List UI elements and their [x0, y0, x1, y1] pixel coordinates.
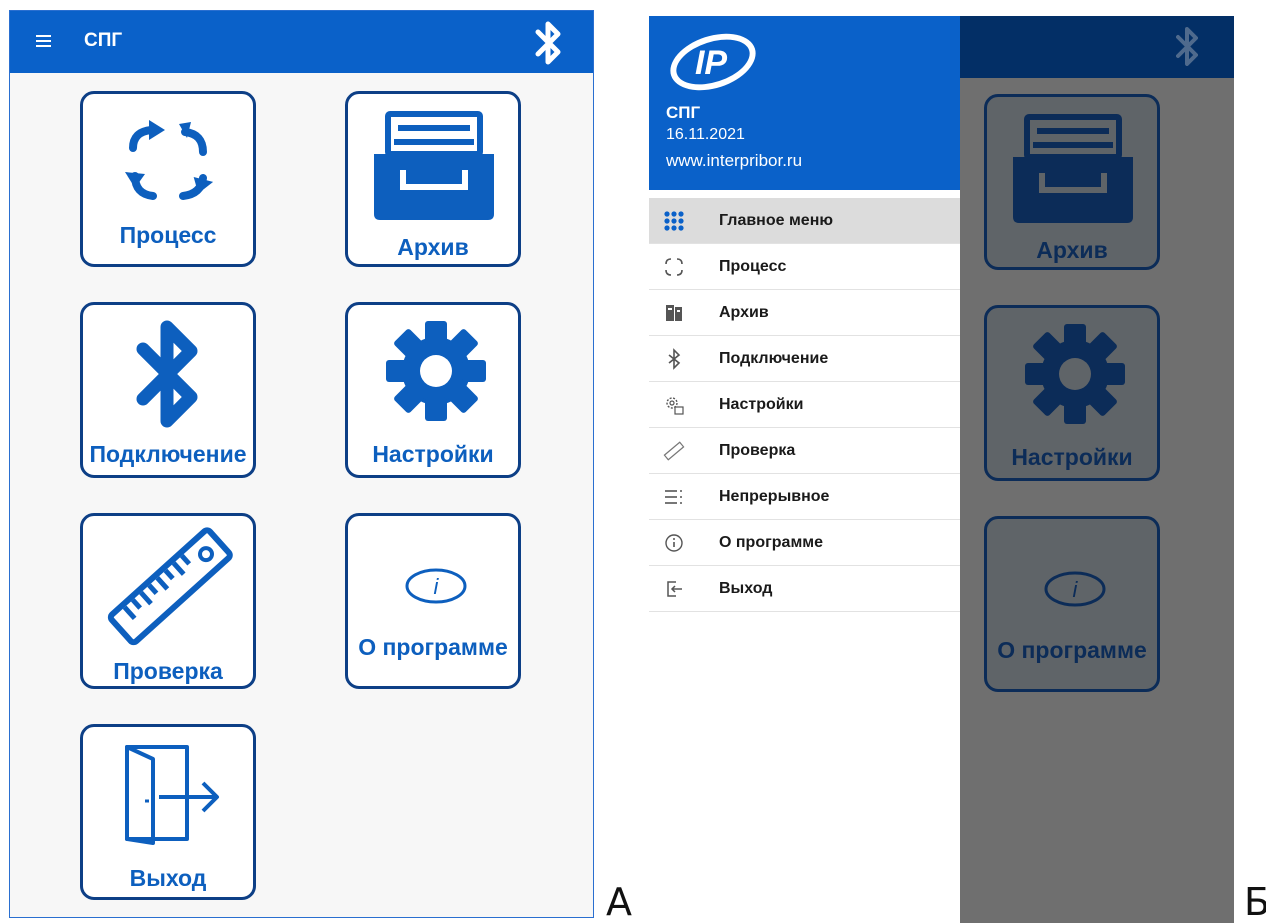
archive-icon — [1013, 114, 1133, 223]
about-tile[interactable]: i О программе — [345, 513, 521, 689]
panel-label-b: Б — [1244, 880, 1266, 924]
archive-icon — [666, 305, 682, 321]
panel-label-a: А — [606, 880, 632, 924]
settings-icon — [666, 397, 684, 415]
menu-item-label: О программе — [719, 534, 824, 551]
drawer-title: СПГ — [666, 103, 701, 122]
menu-item-exit[interactable]: Выход — [649, 566, 960, 612]
drawer-header: IP СПГ 16.11.2021 www.interpribor.ru — [649, 16, 960, 190]
main-menu-screen: СПГ Процесс Архив Подключение Настройки … — [9, 10, 594, 918]
drawer-menu-list: Главное меню Процесс Архив Подключение Н… — [649, 198, 960, 612]
svg-text:i: i — [1073, 577, 1079, 602]
drawer-website[interactable]: www.interpribor.ru — [666, 151, 802, 171]
process-icon — [665, 258, 683, 276]
info-icon — [665, 534, 683, 552]
about-label: О программе — [358, 634, 508, 660]
interpribor-logo-icon: IP — [670, 33, 756, 91]
info-icon: i — [1044, 571, 1106, 607]
menu-item-settings[interactable]: Настройки — [649, 382, 960, 428]
process-label: Процесс — [119, 222, 217, 248]
connect-label: Подключение — [89, 441, 247, 467]
archive-label-dimmed: Архив — [1036, 237, 1108, 263]
check-tile[interactable]: Проверка — [80, 513, 256, 689]
info-icon: i — [405, 568, 467, 604]
menu-item-connect[interactable]: Подключение — [649, 336, 960, 382]
menu-item-label: Главное меню — [719, 212, 834, 229]
menu-item-label: Непрерывное — [719, 488, 830, 505]
archive-label: Архив — [397, 234, 469, 260]
menu-item-main[interactable]: Главное меню — [649, 198, 960, 244]
settings-tile[interactable]: Настройки — [345, 302, 521, 478]
navigation-drawer: IP СПГ 16.11.2021 www.interpribor.ru Гла… — [649, 16, 960, 923]
settings-label-dimmed: Настройки — [1011, 444, 1133, 470]
gear-icon — [1025, 324, 1125, 424]
about-label-dimmed: О программе — [997, 637, 1147, 663]
connect-tile[interactable]: Подключение — [80, 302, 256, 478]
settings-label: Настройки — [372, 441, 494, 467]
menu-item-check[interactable]: Проверка — [649, 428, 960, 474]
ruler-icon — [107, 527, 233, 646]
hamburger-menu-icon[interactable] — [32, 29, 56, 53]
svg-text:i: i — [434, 574, 440, 599]
archive-icon — [374, 111, 494, 220]
about-tile-dimmed: i О программе — [984, 516, 1160, 692]
exit-label: Выход — [129, 865, 207, 891]
menu-item-archive[interactable]: Архив — [649, 290, 960, 336]
app-title: СПГ — [84, 30, 123, 51]
exit-tile[interactable]: Выход — [80, 724, 256, 900]
ruler-icon — [663, 441, 685, 461]
list-icon — [665, 490, 682, 504]
bluetooth-icon[interactable] — [528, 19, 568, 67]
archive-tile[interactable]: Архив — [345, 91, 521, 267]
menu-item-about[interactable]: О программе — [649, 520, 960, 566]
check-label: Проверка — [113, 658, 223, 684]
bluetooth-icon — [1176, 27, 1198, 66]
grid-icon — [664, 211, 684, 231]
menu-item-label: Архив — [719, 304, 769, 321]
app-bar: СПГ — [10, 11, 593, 73]
settings-tile-dimmed: Настройки — [984, 305, 1160, 481]
exit-icon — [667, 581, 682, 597]
gear-icon — [386, 321, 486, 421]
menu-item-label: Проверка — [719, 442, 796, 459]
dimmed-app-bar — [960, 16, 1234, 78]
svg-text:IP: IP — [695, 44, 727, 82]
menu-item-label: Подключение — [719, 350, 829, 367]
exit-door-icon — [125, 745, 219, 845]
menu-item-label: Выход — [719, 580, 773, 597]
menu-item-continuous[interactable]: Непрерывное — [649, 474, 960, 520]
dimmed-background[interactable]: Архив Настройки i О программе — [960, 16, 1234, 923]
menu-item-label: Процесс — [719, 258, 787, 275]
bluetooth-icon — [136, 320, 198, 428]
drawer-screen: Архив Настройки i О программе IP СПГ 16.… — [649, 16, 1234, 923]
drawer-date: 16.11.2021 — [666, 126, 745, 143]
menu-item-process[interactable]: Процесс — [649, 244, 960, 290]
process-icon — [125, 120, 213, 200]
menu-item-label: Настройки — [719, 396, 804, 413]
bluetooth-icon — [668, 348, 681, 370]
archive-tile-dimmed: Архив — [984, 94, 1160, 270]
process-tile[interactable]: Процесс — [80, 91, 256, 267]
